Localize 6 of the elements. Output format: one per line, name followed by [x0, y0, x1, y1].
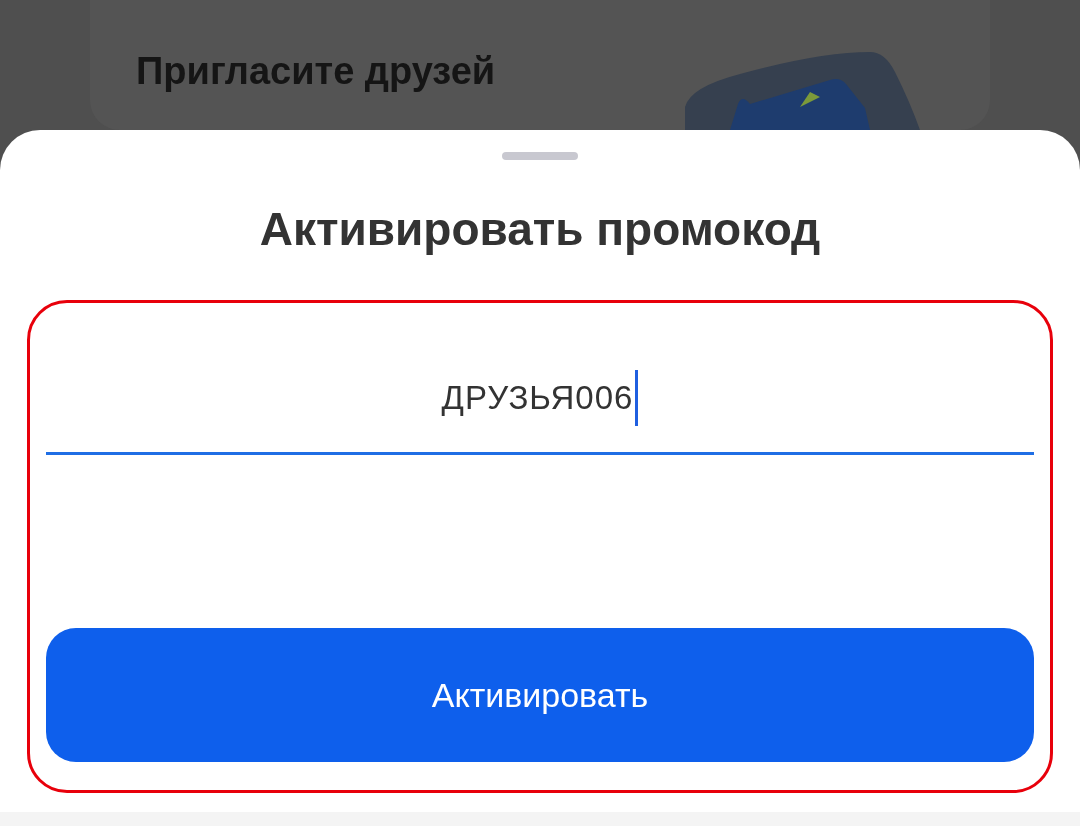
- card-title: Пригласите друзей: [136, 52, 496, 90]
- promo-code-field[interactable]: ДРУЗЬЯ006: [46, 359, 1034, 455]
- activate-button[interactable]: Активировать: [46, 628, 1034, 762]
- text-cursor: [635, 369, 639, 426]
- drag-handle[interactable]: [502, 152, 578, 160]
- promo-code-text: ДРУЗЬЯ006: [441, 377, 634, 418]
